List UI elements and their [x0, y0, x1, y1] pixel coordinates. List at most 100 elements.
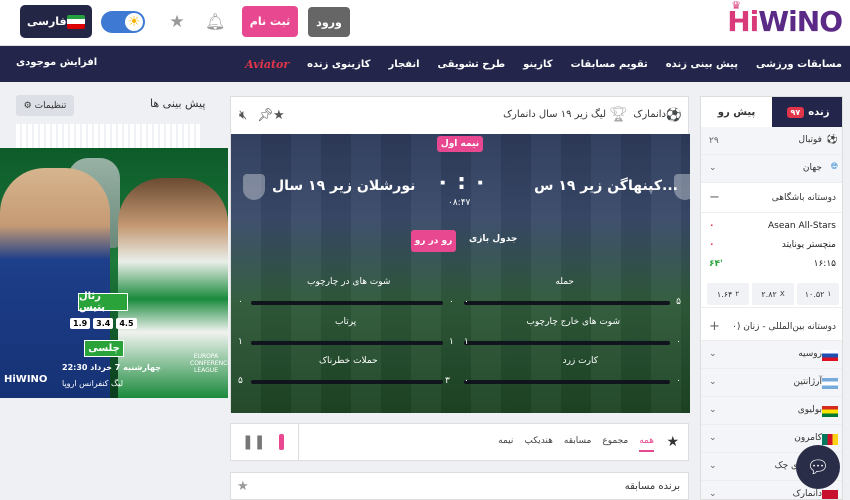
cameroon-flag-icon: [822, 434, 838, 445]
country-label: دانمارک: [792, 489, 822, 499]
odd-away[interactable]: ۱.۶۴ ۲: [707, 283, 749, 305]
odd-key: ۱: [827, 290, 832, 298]
head-to-head-button[interactable]: رو در رو: [411, 230, 456, 252]
chat-icon[interactable]: 💬︎: [796, 445, 840, 489]
stat-away: ۱: [238, 337, 243, 347]
odd-draw[interactable]: ۲.۸۲ X: [752, 283, 794, 305]
site-logo[interactable]: ♛ HiWiNO: [727, 0, 843, 38]
mute-icon[interactable]: 🔇︎: [239, 108, 247, 123]
tab-live[interactable]: ۹۷ زنده: [772, 97, 842, 127]
star-icon[interactable]: ★: [168, 13, 186, 31]
chevron-down-icon: ⌄: [709, 461, 717, 471]
away-shield-icon: [243, 174, 265, 200]
nav-casino[interactable]: کازینو: [523, 59, 552, 70]
match-header: ⚽ دانمارک 🏆︎ لیگ زیر ۱۹ سال دانمارک ★ 📌︎…: [231, 97, 690, 134]
nav-crash[interactable]: انفجار: [388, 59, 419, 70]
market-winner[interactable]: برنده مسابقه ★: [230, 472, 689, 500]
bet-slip-placeholder: [16, 124, 200, 148]
market-tabs: ★ همه مجموع مسابقه هندیکپ نیمه ❚❚: [230, 423, 689, 461]
deposit-link[interactable]: افزایش موجودی: [16, 57, 97, 68]
tab-all[interactable]: همه: [639, 436, 654, 452]
bets-title: پیش بینی ها: [150, 97, 206, 110]
plus-icon: +: [709, 319, 720, 334]
odd-value: ۱.۶۴: [716, 289, 733, 299]
divider: [298, 424, 299, 460]
nav-live-betting[interactable]: پیش بینی زنده: [666, 59, 738, 70]
promo-date: چهارشنبه 7 خرداد: [90, 363, 162, 372]
country-russia[interactable]: روسیه ⌄: [701, 341, 842, 369]
odd-home[interactable]: ۱۰.۵۲ ۱: [797, 283, 839, 305]
stat-home: ۰: [449, 297, 454, 307]
two-column-view-icon[interactable]: ❚❚: [242, 434, 265, 450]
iran-flag-icon: [67, 14, 85, 29]
category-women-intl[interactable]: دوستانه بین‌المللی - زنان (۰ +: [701, 313, 842, 341]
match-time: ۱۶:۱۵: [813, 259, 836, 269]
chevron-down-icon: ⌄: [709, 349, 717, 359]
odd-key: ۲: [735, 290, 740, 298]
language-selector[interactable]: فارسی: [20, 5, 92, 38]
tab-match[interactable]: مسابقه: [564, 436, 591, 452]
nav-aviator[interactable]: Aviator: [245, 58, 289, 71]
stat-bar: [251, 301, 443, 305]
match-timer: ۰۸:۴۷: [448, 198, 471, 208]
star-icon[interactable]: ★: [666, 434, 679, 450]
country-bolivia[interactable]: بولیوی ⌄: [701, 397, 842, 425]
stat-home: ۰: [676, 337, 681, 347]
stat-bar: [464, 380, 670, 384]
promo-datetime: چهارشنبه 7 خرداد 22:30: [62, 363, 161, 372]
odd-key: X: [779, 290, 785, 298]
sport-football[interactable]: ⚽ فوتبال ۲۹: [701, 127, 842, 155]
region-world[interactable]: 🌐︎ جهان ⌄: [701, 155, 842, 183]
tab-prematch[interactable]: پیش رو: [701, 97, 772, 127]
star-icon[interactable]: ★: [273, 108, 285, 123]
stat-home: ۱: [449, 337, 454, 347]
promo-odd: 1.9: [70, 318, 91, 329]
settings-label: تنظیمات: [34, 100, 67, 111]
stat-label: حملات خطرناک: [319, 356, 378, 366]
category-club-friendly[interactable]: دوستانه باشگاهی −: [701, 183, 842, 213]
stat-away: ۰: [464, 297, 469, 307]
theme-toggle[interactable]: ☀: [101, 11, 145, 33]
promo-odd: 3.4: [93, 318, 114, 329]
match-card: ⚽ دانمارک 🏆︎ لیگ زیر ۱۹ سال دانمارک ★ 📌︎…: [230, 96, 690, 413]
stat-label: حمله: [555, 277, 574, 287]
tab-handicap[interactable]: هندیکپ: [524, 436, 553, 452]
stat-away: ۵: [238, 376, 243, 386]
stat-label: شوت های در چارچوب: [307, 277, 391, 287]
away-team: نورشلان زیر ۱۹ سال: [272, 178, 416, 194]
half-badge: نیمه اول: [437, 136, 483, 152]
login-button[interactable]: ورود: [308, 7, 350, 37]
tab-half[interactable]: نیمه: [498, 436, 513, 452]
nav-sports[interactable]: مسابقات ورزشی: [756, 59, 842, 70]
country-argentina[interactable]: آرژانتین ⌄: [701, 369, 842, 397]
football-icon: ⚽: [665, 108, 682, 123]
country-label: روسیه: [798, 349, 822, 359]
chevron-down-icon: ⌄: [709, 433, 717, 443]
settings-button[interactable]: ⚙ تنظیمات: [16, 95, 74, 116]
russia-flag-icon: [822, 350, 838, 361]
country-label: بولیوی: [797, 405, 822, 415]
bell-icon[interactable]: 🔔︎: [205, 13, 225, 31]
logo-wino-text: WiNO: [758, 5, 843, 38]
denmark-flag-icon: [822, 490, 838, 499]
single-column-view-icon[interactable]: [279, 434, 284, 450]
tab-total[interactable]: مجموع: [602, 436, 628, 452]
star-icon[interactable]: ★: [237, 479, 249, 494]
stat-bar: [251, 380, 443, 384]
promo-banner[interactable]: رئال بتیس 1.9 3.4 4.5 چلسی چهارشنبه 7 خر…: [0, 148, 228, 398]
category-label: دوستانه بین‌المللی - زنان (۰: [732, 322, 836, 332]
stat-home: ۵: [676, 297, 681, 307]
region-label: جهان: [802, 163, 822, 173]
home-team: کپنهاگن زیر ۱۹ س...: [534, 178, 678, 194]
market-title: برنده مسابقه: [624, 481, 680, 492]
nav-promotions[interactable]: طرح تشویقی: [438, 59, 506, 70]
nav-calendar[interactable]: تقویم مسابقات: [571, 59, 648, 70]
stat-home: ۰: [676, 376, 681, 386]
standings-button[interactable]: جدول بازی: [469, 234, 517, 244]
pin-icon[interactable]: 📌︎: [257, 108, 274, 123]
match-country: دانمارک: [633, 109, 666, 120]
match-team-2: منچستر یونایتد: [781, 240, 836, 250]
nav-live-casino[interactable]: کازینوی زنده: [307, 59, 370, 70]
bolivia-flag-icon: [822, 406, 838, 417]
register-button[interactable]: ثبت نام: [242, 6, 298, 37]
